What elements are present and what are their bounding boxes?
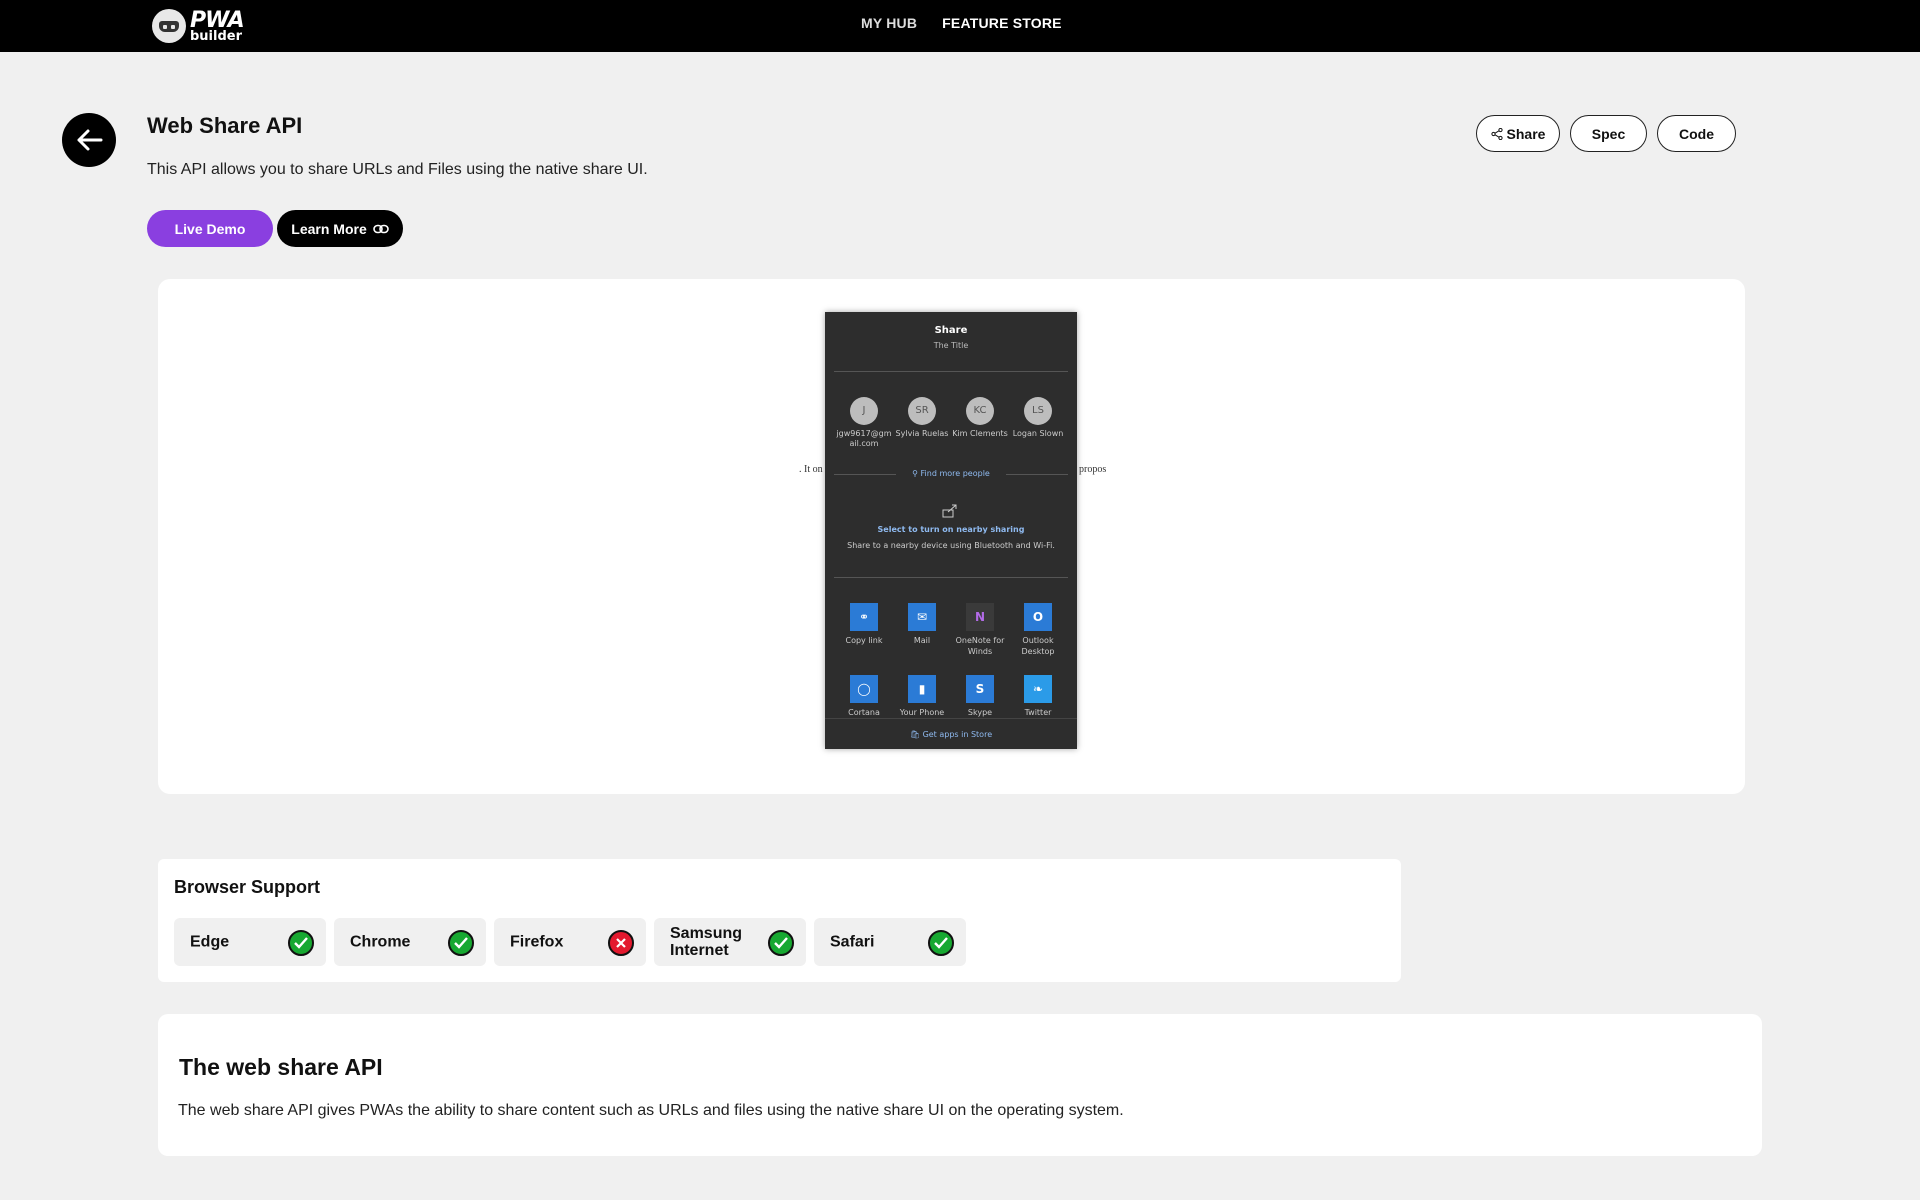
native-share-dialog: Share The Title J jgw9617@gmail.com SR S…: [825, 312, 1077, 749]
app-mail[interactable]: ✉ Mail: [894, 603, 950, 657]
code-button[interactable]: Code: [1657, 115, 1736, 152]
contact-name: Logan Slown: [1012, 429, 1064, 438]
share-dialog-title: Share: [934, 325, 968, 336]
browser-chip-samsung-internet: Samsung Internet: [654, 918, 806, 966]
check-icon: [768, 930, 794, 956]
find-more-people-link[interactable]: ⚲ Find more people: [834, 469, 1068, 478]
browser-name: Safari: [830, 933, 875, 951]
onenote-icon: N: [966, 603, 994, 631]
app-label: Mail: [913, 636, 931, 645]
learn-more-button[interactable]: Learn More: [277, 210, 403, 247]
avatar: J: [850, 397, 878, 425]
app-label: Outlook Desktop: [1021, 636, 1055, 656]
app-label: Copy link: [845, 636, 883, 645]
share-label: Share: [1506, 125, 1546, 142]
spec-button[interactable]: Spec: [1570, 115, 1647, 152]
pwa-builder-logo[interactable]: PWA builder: [152, 8, 245, 44]
phone-icon: ▮: [908, 675, 936, 703]
get-apps-in-store-link[interactable]: 🛍 Get apps in Store: [825, 718, 1077, 749]
browser-name: Firefox: [510, 933, 564, 951]
browser-support-title: Browser Support: [174, 877, 321, 897]
live-demo-label: Live Demo: [174, 220, 246, 237]
check-icon: [928, 930, 954, 956]
app-label: Twitter: [1024, 708, 1052, 717]
browser-chip-safari: Safari: [814, 918, 966, 966]
logo-mark-icon: [152, 9, 186, 43]
nearby-sharing-description: Share to a nearby device using Bluetooth…: [847, 541, 1055, 550]
apps-row: ⚭ Copy link ✉ Mail N OneNote for Winds O…: [836, 603, 1066, 657]
check-icon: [448, 930, 474, 956]
back-button[interactable]: [62, 113, 116, 167]
find-more-label: Find more people: [920, 469, 990, 478]
divider: [834, 577, 1068, 578]
app-skype[interactable]: S Skype: [952, 675, 1008, 718]
avatar: SR: [908, 397, 936, 425]
browser-name: Chrome: [350, 933, 411, 951]
learn-more-label: Learn More: [291, 220, 367, 237]
header-actions: Share Spec Code: [1476, 115, 1736, 152]
nearby-sharing-toggle[interactable]: Select to turn on nearby sharing: [825, 525, 1077, 534]
app-twitter[interactable]: ❧ Twitter: [1010, 675, 1066, 718]
contact-name: Sylvia Ruelas: [895, 429, 949, 438]
page-description: This API allows you to share URLs and Fi…: [147, 161, 648, 178]
app-cortana[interactable]: ◯ Cortana: [836, 675, 892, 718]
nearby-share-icon: [942, 504, 957, 518]
app-label: Cortana: [848, 708, 880, 717]
app-copy-link[interactable]: ⚭ Copy link: [836, 603, 892, 657]
page-title: Web Share API: [147, 113, 303, 138]
outlook-icon: O: [1024, 603, 1052, 631]
divider: [834, 371, 1068, 372]
store-label: Get apps in Store: [922, 730, 993, 739]
share-icon: [1490, 127, 1503, 140]
browser-chip-edge: Edge: [174, 918, 326, 966]
browser-name: Edge: [190, 933, 230, 951]
nav-links: MY HUB FEATURE STORE: [861, 15, 1062, 31]
contact-item[interactable]: KC Kim Clements: [952, 397, 1008, 449]
cortana-icon: ◯: [850, 675, 878, 703]
twitter-icon: ❧: [1024, 675, 1052, 703]
link-icon: ⚭: [850, 603, 878, 631]
share-button[interactable]: Share: [1476, 115, 1560, 152]
link-icon: [372, 224, 389, 233]
top-nav: PWA builder MY HUB FEATURE STORE: [0, 0, 1920, 52]
avatar: LS: [1024, 397, 1052, 425]
cross-icon: [608, 930, 634, 956]
mail-icon: ✉: [908, 603, 936, 631]
contact-name: Kim Clements: [952, 429, 1008, 438]
underlying-text-right: propos: [1079, 464, 1107, 475]
skype-icon: S: [966, 675, 994, 703]
nav-link-my-hub[interactable]: MY HUB: [861, 15, 917, 31]
feature-info-card: The web share API The web share API give…: [158, 1014, 1762, 1156]
store-icon: 🛍: [909, 730, 921, 739]
app-outlook[interactable]: O Outlook Desktop: [1010, 603, 1066, 657]
app-label: Your Phone: [899, 708, 945, 717]
apps-row: ◯ Cortana ▮ Your Phone S Skype ❧ Twitter: [836, 675, 1066, 718]
browser-support-card: Browser Support Edge Chrome Firefox Sams…: [158, 859, 1401, 982]
contact-item[interactable]: SR Sylvia Ruelas: [894, 397, 950, 449]
browser-chip-firefox: Firefox: [494, 918, 646, 966]
code-label: Code: [1679, 125, 1714, 142]
info-text: The web share API gives PWAs the ability…: [178, 1102, 1124, 1119]
app-label: Skype: [967, 708, 993, 717]
check-icon: [288, 930, 314, 956]
live-demo-button[interactable]: Live Demo: [147, 210, 273, 247]
contacts-row: J jgw9617@gmail.com SR Sylvia Ruelas KC …: [836, 397, 1066, 449]
contact-item[interactable]: J jgw9617@gmail.com: [836, 397, 892, 449]
logo-line2: builder: [190, 28, 243, 44]
spec-label: Spec: [1591, 125, 1626, 142]
nav-link-feature-store[interactable]: FEATURE STORE: [942, 15, 1062, 31]
contact-name: jgw9617@gmail.com: [836, 429, 892, 448]
app-label: OneNote for Winds: [955, 636, 1005, 656]
info-title: The web share API: [179, 1054, 383, 1080]
app-your-phone[interactable]: ▮ Your Phone: [894, 675, 950, 718]
underlying-text-left: . It on: [799, 464, 823, 475]
browser-chip-chrome: Chrome: [334, 918, 486, 966]
arrow-left-icon: [77, 129, 103, 151]
share-dialog-subtitle: The Title: [933, 341, 969, 350]
contact-item[interactable]: LS Logan Slown: [1010, 397, 1066, 449]
avatar: KC: [966, 397, 994, 425]
browser-name: Samsung Internet: [670, 925, 743, 959]
app-onenote[interactable]: N OneNote for Winds: [952, 603, 1008, 657]
